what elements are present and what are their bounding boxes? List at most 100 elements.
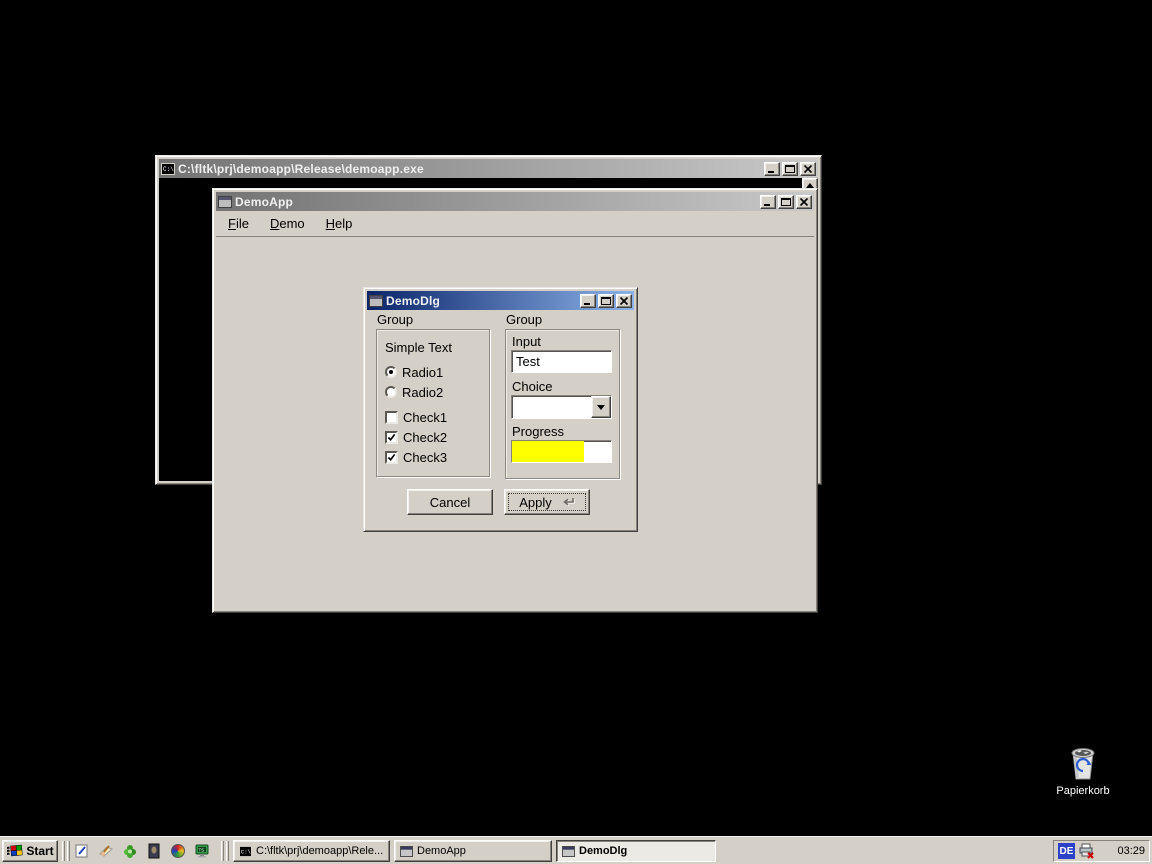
check1-label: Check1 xyxy=(403,410,447,425)
left-groupbox: Simple Text Radio1 Radio2 Check1 Check2 xyxy=(376,329,490,477)
icq-flower-icon[interactable] xyxy=(121,842,138,859)
taskbar-handle[interactable] xyxy=(62,841,65,861)
check3-row[interactable]: Check3 xyxy=(385,450,447,464)
radio1-row[interactable]: Radio1 xyxy=(385,365,443,379)
minimize-icon xyxy=(582,296,594,306)
clock[interactable]: 03:29 xyxy=(1117,845,1145,857)
demodlg-minimize-button[interactable] xyxy=(580,294,596,308)
media-ball-icon[interactable] xyxy=(169,842,186,859)
quick-launch-bar: TS xyxy=(73,842,210,859)
recycle-bin-label: Papierkorb xyxy=(1033,785,1133,797)
taskbar-button-console[interactable]: C:\ C:\fltk\prj\demoapp\Rele... xyxy=(233,840,390,862)
taskbar-handle[interactable] xyxy=(221,841,224,861)
menu-demo[interactable]: Demo xyxy=(264,213,311,234)
demoapp-close-button[interactable] xyxy=(796,195,812,209)
check2-checkbox[interactable] xyxy=(385,431,398,444)
taskbar-button-demoapp[interactable]: DemoApp xyxy=(394,840,552,862)
choice-dropdown[interactable] xyxy=(511,395,612,419)
return-key-icon xyxy=(559,496,575,508)
check1-checkbox[interactable] xyxy=(385,411,398,424)
progress-bar xyxy=(511,440,612,463)
demodlg-maximize-button[interactable] xyxy=(598,294,614,308)
window-icon xyxy=(400,846,413,857)
start-button-label: Start xyxy=(26,844,53,858)
demoapp-maximize-button[interactable] xyxy=(778,195,794,209)
radio2-button[interactable] xyxy=(385,386,397,398)
media-ball-icon xyxy=(171,844,185,858)
window-icon xyxy=(218,196,232,208)
demodlg-titlebar[interactable]: DemoDlg xyxy=(367,291,634,310)
taskbar-button-demodlg[interactable]: DemoDlg xyxy=(556,840,716,862)
terminal-services-icon[interactable]: TS xyxy=(193,842,210,859)
signature-pad-icon[interactable] xyxy=(97,842,114,859)
windows-logo-icon xyxy=(6,843,24,859)
progress-fill xyxy=(512,441,584,462)
right-groupbox: Input Choice Progress xyxy=(505,329,620,479)
recycle-bin-desktop-icon[interactable]: Papierkorb xyxy=(1033,744,1133,797)
progress-label: Progress xyxy=(512,425,564,438)
check3-label: Check3 xyxy=(403,450,447,465)
taskbar-button-label: DemoApp xyxy=(417,845,466,857)
window-icon xyxy=(369,295,383,307)
start-button[interactable]: Start xyxy=(2,840,58,862)
console-titlebar[interactable]: C:\ C:\fltk\prj\demoapp\Release\demoapp.… xyxy=(159,159,818,178)
right-group-label: Group xyxy=(506,313,542,326)
choice-dropdown-button[interactable] xyxy=(591,396,611,418)
desktop: { "colors": { "desktop_background": "#00… xyxy=(0,0,1152,864)
new-document-icon[interactable] xyxy=(73,842,90,859)
console-icon: C:\ xyxy=(161,163,175,175)
demoapp-minimize-button[interactable] xyxy=(760,195,776,209)
choice-value xyxy=(512,396,591,418)
simple-text-label: Simple Text xyxy=(385,340,452,355)
menu-file[interactable]: File xyxy=(222,213,255,234)
demodlg-title: DemoDlg xyxy=(386,294,577,308)
recycle-bin-icon xyxy=(1065,744,1101,782)
svg-text:C:\: C:\ xyxy=(241,848,251,855)
maximize-icon xyxy=(784,164,796,174)
console-title: C:\fltk\prj\demoapp\Release\demoapp.exe xyxy=(178,162,761,176)
maximize-icon xyxy=(600,296,612,306)
apply-button[interactable]: Apply xyxy=(504,489,590,515)
svg-text:TS: TS xyxy=(198,847,204,852)
menu-help[interactable]: Help xyxy=(320,213,359,234)
console-close-button[interactable] xyxy=(800,162,816,176)
check2-row[interactable]: Check2 xyxy=(385,430,447,444)
left-group-label: Group xyxy=(377,313,413,326)
svg-text:C:\: C:\ xyxy=(163,166,174,173)
minimize-icon xyxy=(762,197,774,207)
radio-dot-icon xyxy=(389,370,393,374)
demoapp-titlebar[interactable]: DemoApp xyxy=(216,192,814,211)
console-minimize-button[interactable] xyxy=(764,162,780,176)
demodlg-content: Group Simple Text Radio1 Radio2 Check1 xyxy=(367,310,634,528)
radio2-label: Radio2 xyxy=(402,385,443,400)
cancel-button-label: Cancel xyxy=(430,495,470,510)
close-icon xyxy=(798,197,810,207)
taskbar: Start TS C:\ C:\fltk\prj\demoapp\Rele...… xyxy=(0,836,1152,864)
cancel-button[interactable]: Cancel xyxy=(407,489,493,515)
viewer-icon[interactable] xyxy=(145,842,162,859)
check1-row[interactable]: Check1 xyxy=(385,410,447,424)
radio1-button[interactable] xyxy=(385,366,397,378)
radio1-label: Radio1 xyxy=(402,365,443,380)
menubar: File Demo Help xyxy=(216,211,814,237)
check3-checkbox[interactable] xyxy=(385,451,398,464)
demoapp-title: DemoApp xyxy=(235,195,757,209)
apply-button-label: Apply xyxy=(519,495,552,510)
input-field[interactable] xyxy=(511,350,612,373)
radio2-row[interactable]: Radio2 xyxy=(385,385,443,399)
demodlg-close-button[interactable] xyxy=(616,294,632,308)
taskbar-button-label: DemoDlg xyxy=(579,845,627,857)
minimize-icon xyxy=(766,164,778,174)
close-icon xyxy=(802,164,814,174)
printer-status-icon[interactable] xyxy=(1078,843,1095,859)
system-tray: DE 03:29 xyxy=(1053,840,1150,862)
check2-label: Check2 xyxy=(403,430,447,445)
window-icon xyxy=(562,846,575,857)
demodlg-dialog: DemoDlg Group Simple Text Radio1 Radio2 xyxy=(363,287,638,532)
console-maximize-button[interactable] xyxy=(782,162,798,176)
keyboard-layout-indicator[interactable]: DE xyxy=(1058,843,1075,859)
taskbar-handle[interactable] xyxy=(226,841,229,861)
input-label: Input xyxy=(512,335,541,348)
taskbar-handle[interactable] xyxy=(67,841,70,861)
checkmark-icon xyxy=(387,433,396,442)
